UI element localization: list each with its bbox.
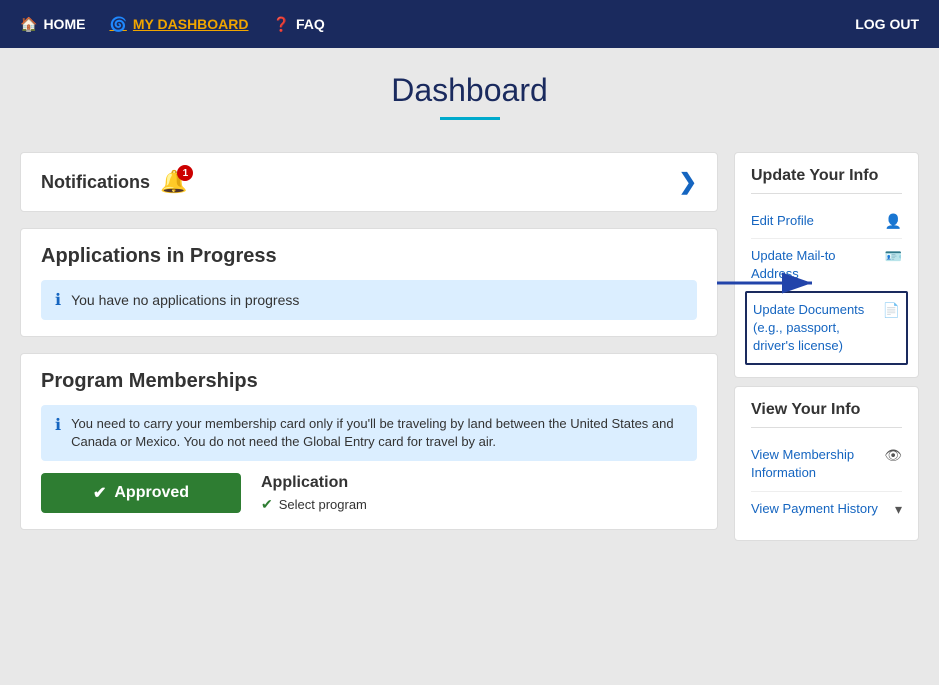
mail-icon: 🪪 <box>885 248 902 265</box>
memberships-card: Program Memberships ℹ You need to carry … <box>20 353 718 530</box>
page-header: Dashboard <box>0 48 939 136</box>
notification-badge: 1 <box>177 165 193 181</box>
faq-nav[interactable]: ❓ FAQ <box>273 16 325 33</box>
notifications-label: Notifications <box>41 172 150 193</box>
approved-row: ✔ Approved Application ✔ Select program <box>41 473 697 513</box>
approved-check-icon: ✔ <box>93 483 106 503</box>
view-payment-link[interactable]: View Payment History ▾ <box>751 492 902 526</box>
membership-info-icon: ℹ <box>55 415 61 437</box>
faq-icon: ❓ <box>273 16 290 33</box>
home-icon: 🏠 <box>20 16 37 33</box>
logout-button[interactable]: LOG OUT <box>855 16 919 32</box>
content-area: Notifications 🔔 1 ❯ Applications in Prog… <box>20 152 718 549</box>
main-layout: Notifications 🔔 1 ❯ Applications in Prog… <box>0 136 939 565</box>
select-program: ✔ Select program <box>261 496 367 513</box>
bell-icon: 🔔 1 <box>160 169 187 195</box>
applications-title: Applications in Progress <box>41 245 697 268</box>
eye-icon: 👁 <box>884 447 902 464</box>
sidebar: Update Your Info Edit Profile 👤 Update M… <box>734 152 919 549</box>
home-nav[interactable]: 🏠 HOME <box>20 16 85 33</box>
view-info-section: View Your Info View Membership Informati… <box>734 386 919 541</box>
dashboard-nav[interactable]: 🌀 MY DASHBOARD <box>109 16 248 33</box>
applications-card: Applications in Progress ℹ You have no a… <box>20 228 718 337</box>
select-check-icon: ✔ <box>261 496 273 513</box>
title-underline <box>440 117 500 120</box>
memberships-title: Program Memberships <box>41 370 697 393</box>
edit-profile-link[interactable]: Edit Profile 👤 <box>751 204 902 239</box>
notifications-card: Notifications 🔔 1 ❯ <box>20 152 718 212</box>
membership-info: ℹ You need to carry your membership card… <box>41 405 697 461</box>
docs-icon: 📄 <box>883 302 900 319</box>
person-icon: 👤 <box>885 213 902 230</box>
approved-button[interactable]: ✔ Approved <box>41 473 241 513</box>
dashboard-icon: 🌀 <box>109 16 126 33</box>
application-info: Application ✔ Select program <box>261 474 367 513</box>
payment-icon: ▾ <box>895 501 902 518</box>
notifications-arrow[interactable]: ❯ <box>679 169 697 195</box>
navigation: 🏠 HOME 🌀 MY DASHBOARD ❓ FAQ LOG OUT <box>0 0 939 48</box>
update-section-title: Update Your Info <box>751 167 902 194</box>
info-icon: ℹ <box>55 290 61 310</box>
view-membership-link[interactable]: View Membership Information 👁 <box>751 438 902 491</box>
applications-empty: ℹ You have no applications in progress <box>41 280 697 320</box>
arrow-graphic <box>717 263 827 303</box>
page-title: Dashboard <box>0 72 939 109</box>
notifications-left: Notifications 🔔 1 <box>41 169 187 195</box>
view-section-title: View Your Info <box>751 401 902 428</box>
